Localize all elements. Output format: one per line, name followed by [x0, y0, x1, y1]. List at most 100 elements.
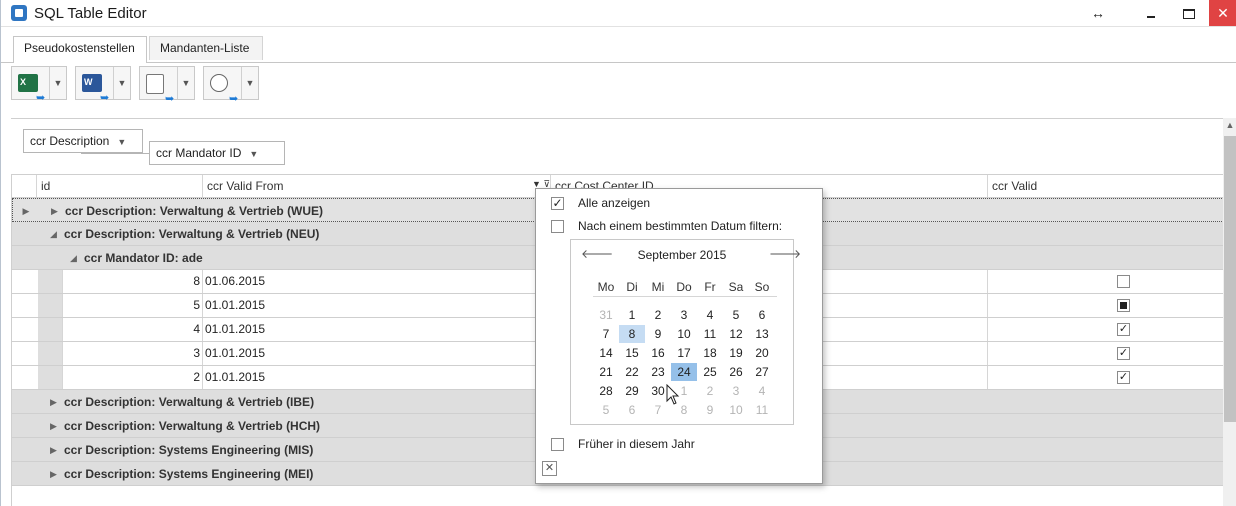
export-arrow-icon: ➥: [229, 93, 239, 105]
cell-id: 4: [62, 318, 202, 341]
vertical-scrollbar[interactable]: ▲: [1223, 118, 1236, 506]
weekday-label: Fr: [704, 280, 716, 294]
calendar-day[interactable]: 17: [671, 344, 697, 362]
calendar-day[interactable]: 9: [645, 325, 671, 343]
calendar-day[interactable]: 10: [723, 401, 749, 419]
calendar-day[interactable]: 15: [619, 344, 645, 362]
maximize-icon: [1183, 9, 1195, 19]
calendar-day[interactable]: 23: [645, 363, 671, 381]
tab-mandanten-liste[interactable]: Mandanten-Liste: [149, 36, 263, 60]
excel-export-dropdown[interactable]: ▼: [49, 67, 66, 99]
expand-icon[interactable]: ▶: [50, 438, 57, 462]
title-bar: SQL Table Editor ↔ ✕: [1, 0, 1236, 27]
collapse-icon[interactable]: ◢: [70, 246, 77, 270]
specific-date-checkbox[interactable]: [551, 220, 564, 233]
collapse-icon[interactable]: ◢: [50, 222, 57, 246]
excel-export-button[interactable]: X ➥ ▼: [11, 66, 67, 104]
mouse-cursor-icon: [666, 384, 680, 405]
calendar-day[interactable]: 5: [723, 306, 749, 324]
valid-checkbox[interactable]: [1117, 299, 1130, 312]
calendar-day[interactable]: 5: [593, 401, 619, 419]
chevron-down-icon: ▼: [117, 137, 127, 147]
expand-icon[interactable]: ▶: [50, 414, 57, 438]
cell-valid-from: 01.01.2015: [202, 318, 550, 341]
valid-checkbox[interactable]: [1117, 275, 1130, 288]
excel-icon: X ➥: [18, 74, 45, 104]
calendar-day[interactable]: 4: [697, 306, 723, 324]
file-export-button[interactable]: ➥ ▼: [139, 66, 195, 105]
calendar-day[interactable]: 19: [723, 344, 749, 362]
word-icon: W ➥: [82, 74, 109, 104]
calendar-day[interactable]: 14: [593, 344, 619, 362]
valid-checkbox[interactable]: ✓: [1117, 371, 1130, 384]
calendar-day[interactable]: 6: [749, 306, 775, 324]
next-month-button[interactable]: 🡒: [769, 246, 801, 261]
minimize-button[interactable]: [1139, 0, 1163, 26]
calendar-day[interactable]: 1: [619, 306, 645, 324]
cell-id: 8: [62, 270, 202, 293]
chevron-down-icon: ▼: [249, 149, 259, 159]
export-arrow-icon: ➥: [100, 92, 110, 104]
specific-date-label[interactable]: Nach einem bestimmten Datum filtern:: [578, 219, 782, 233]
expand-icon[interactable]: ▶: [50, 462, 57, 486]
web-export-button[interactable]: ➥ ▼: [203, 66, 259, 105]
calendar-day[interactable]: 26: [723, 363, 749, 381]
calendar-day[interactable]: 27: [749, 363, 775, 381]
globe-icon: ➥: [210, 74, 238, 105]
calendar-day[interactable]: 3: [671, 306, 697, 324]
calendar-day[interactable]: 20: [749, 344, 775, 362]
resize-button[interactable]: ↔: [1083, 0, 1113, 26]
close-filter-button[interactable]: ✕: [542, 461, 557, 476]
scrollbar-thumb[interactable]: [1224, 136, 1236, 422]
show-all-label[interactable]: Alle anzeigen: [578, 196, 650, 210]
calendar-day[interactable]: 24: [671, 363, 697, 381]
calendar-day[interactable]: 25: [697, 363, 723, 381]
calendar-day[interactable]: 10: [671, 325, 697, 343]
group-chip-ccr-description[interactable]: ccr Description ▼: [23, 129, 143, 153]
calendar-day[interactable]: 6: [619, 401, 645, 419]
file-export-dropdown[interactable]: ▼: [177, 67, 194, 99]
calendar-month-title[interactable]: September 2015: [571, 248, 793, 262]
expand-icon[interactable]: ▶: [50, 390, 57, 414]
calendar-day[interactable]: 11: [749, 401, 775, 419]
column-header-id[interactable]: id: [36, 175, 202, 197]
calendar-day[interactable]: 31: [593, 306, 619, 324]
group-chip-ccr-mandator-id[interactable]: ccr Mandator ID ▼: [149, 141, 285, 165]
word-export-button[interactable]: W ➥ ▼: [75, 66, 131, 104]
calendar-day[interactable]: 12: [723, 325, 749, 343]
calendar-day[interactable]: 16: [645, 344, 671, 362]
column-header-valid-from[interactable]: ccr Valid From: [202, 175, 550, 197]
cell-valid-from: 01.01.2015: [202, 342, 550, 365]
calendar-day[interactable]: 2: [645, 306, 671, 324]
word-export-dropdown[interactable]: ▼: [113, 67, 130, 99]
web-export-dropdown[interactable]: ▼: [241, 67, 258, 99]
calendar-day[interactable]: 8: [619, 325, 645, 343]
calendar-day[interactable]: 21: [593, 363, 619, 381]
calendar-day[interactable]: 22: [619, 363, 645, 381]
calendar-day[interactable]: 7: [593, 325, 619, 343]
minimize-icon: [1147, 16, 1155, 18]
calendar-day[interactable]: 11: [697, 325, 723, 343]
cell-valid-from: 01.01.2015: [202, 366, 550, 389]
calendar-day[interactable]: 3: [723, 382, 749, 400]
scroll-up-icon[interactable]: ▲: [1223, 120, 1236, 132]
column-header-valid[interactable]: ccr Valid: [987, 175, 1224, 197]
calendar-day[interactable]: 28: [593, 382, 619, 400]
calendar-day[interactable]: 4: [749, 382, 775, 400]
valid-checkbox[interactable]: ✓: [1117, 347, 1130, 360]
calendar-day[interactable]: 2: [697, 382, 723, 400]
earlier-this-year-checkbox[interactable]: [551, 438, 564, 451]
earlier-this-year-label[interactable]: Früher in diesem Jahr: [578, 437, 695, 451]
weekday-label: Di: [626, 280, 638, 294]
show-all-checkbox[interactable]: ✓: [551, 197, 564, 210]
valid-checkbox[interactable]: ✓: [1117, 323, 1130, 336]
close-button[interactable]: ✕: [1209, 0, 1236, 26]
maximize-button[interactable]: [1177, 0, 1201, 26]
calendar-day[interactable]: 18: [697, 344, 723, 362]
weekday-header: Mo Di Mi Do Fr Sa So: [593, 280, 777, 297]
calendar-day[interactable]: 9: [697, 401, 723, 419]
calendar-day[interactable]: 13: [749, 325, 775, 343]
tab-pseudokostenstellen[interactable]: Pseudokostenstellen: [13, 36, 147, 63]
calendar-day[interactable]: 29: [619, 382, 645, 400]
expand-icon[interactable]: ▶: [51, 199, 58, 223]
